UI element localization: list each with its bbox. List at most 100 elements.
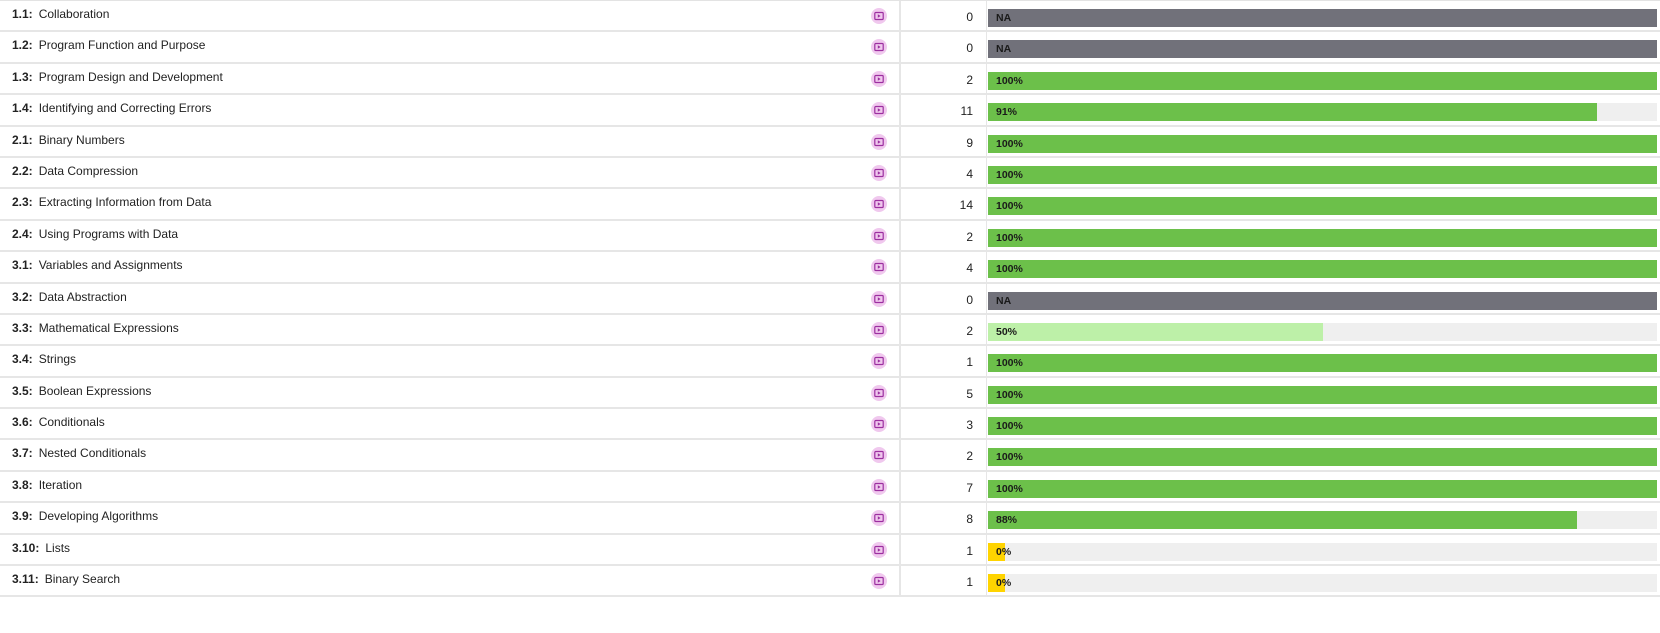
table-row: 3.9: Developing Algorithms 8 88% [0,503,1660,535]
score-progress-bar: 100% [988,165,1657,184]
topic-title: Nested Conditionals [38,446,147,461]
table-row: 1.4: Identifying and Correcting Errors 11 9… [0,95,1660,127]
score-progress-bar: 100% [988,385,1657,404]
question-count: 3 [966,418,973,433]
score-percent: 100% [996,357,1023,370]
table-row: 1.3: Program Design and Development 2 100% [0,64,1660,96]
topic-title: Identifying and Correcting Errors [38,101,212,116]
topic-code: 1.1: [12,7,33,21]
topic-title: Boolean Expressions [38,383,152,398]
score-progress-fill [988,228,1657,247]
video-play-icon[interactable] [871,384,887,401]
table-row: 2.4: Using Programs with Data 2 100% [0,221,1660,253]
question-count: 8 [966,512,973,527]
topic-title: Data Compression [38,163,139,178]
topic-label: 3.11: Binary Search [12,572,120,586]
topic-code: 1.3: [12,69,33,84]
topic-title: Iteration [38,477,83,492]
score-progress-bar: 100% [988,354,1657,373]
table-row: 2.1: Binary Numbers 9 100% [0,127,1660,158]
score-progress-fill [988,385,1657,404]
video-play-icon[interactable] [871,8,887,24]
video-play-icon[interactable] [871,227,887,244]
table-row: 3.2: Data Abstraction 0 NA [0,284,1660,315]
video-play-icon[interactable] [871,133,887,150]
topic-title: Program Function and Purpose [38,38,206,53]
table-row: 1.1: Collaboration 0 NA [0,1,1660,33]
video-play-icon[interactable] [871,290,887,307]
topic-label: 3.4: Strings [12,352,76,366]
video-play-icon[interactable] [871,196,887,213]
topic-label: 3.3: Mathematical Expressions [12,321,179,335]
score-progress-fill [988,71,1657,90]
question-count: 7 [966,480,973,495]
question-count: 4 [966,166,973,181]
question-count: 2 [966,72,973,87]
video-play-icon[interactable] [871,478,887,495]
score-progress-bar: 88% [988,511,1657,530]
topic-code: 3.10: [12,540,40,555]
topic-code: 2.2: [12,163,33,178]
video-play-icon[interactable] [871,541,887,558]
score-progress-fill [988,322,1323,341]
video-play-icon[interactable] [871,416,887,433]
table-row: 3.7: Nested Conditionals 2 100% [0,440,1660,472]
table-row: 1.2: Program Function and Purpose 0 NA [0,32,1660,64]
table-row: 3.10: Lists 1 0% [0,535,1660,567]
score-progress-bar: 100% [988,197,1657,216]
score-progress-fill [988,134,1657,153]
table-row: 3.3: Mathematical Expressions 2 50% [0,315,1660,347]
score-progress-fill [988,9,1657,27]
topic-label: 1.4: Identifying and Correcting Errors [12,101,211,115]
video-play-icon[interactable] [871,353,887,370]
question-count: 2 [966,449,973,464]
score-progress-fill [988,40,1657,59]
table-row: 3.8: Iteration 7 100% [0,472,1660,504]
score-progress-fill [988,448,1657,467]
topic-code: 3.3: [12,320,33,335]
score-progress-fill [988,417,1657,436]
topic-label: 3.1: Variables and Assignments [12,258,183,272]
question-count: 0 [966,41,973,56]
table-row: 2.3: Extracting Information from Data 14 10… [0,189,1660,221]
video-play-icon[interactable] [871,70,887,87]
topic-code: 2.1: [12,132,33,147]
video-play-icon[interactable] [871,321,887,338]
question-count: 4 [966,261,973,276]
video-play-icon[interactable] [871,259,887,276]
table-row: 2.2: Data Compression 4 100% [0,158,1660,190]
question-count: 2 [966,323,973,338]
score-percent: 100% [996,168,1023,181]
topic-code: 1.2: [12,38,33,53]
video-play-icon[interactable] [871,39,887,56]
video-play-icon[interactable] [871,164,887,181]
question-count: 1 [966,543,973,558]
score-progress-bar: NA [988,9,1657,27]
topic-title: Data Abstraction [38,289,127,304]
topic-label: 1.3: Program Design and Development [12,70,223,84]
topic-code: 3.9: [12,509,33,524]
score-percent: 91% [996,106,1018,119]
score-percent: 100% [996,482,1023,495]
topic-code: 3.4: [12,352,33,367]
score-percent: 100% [996,420,1023,433]
topic-code: 3.11: [12,572,39,587]
score-progress-fill [988,511,1577,530]
topic-label: 1.2: Program Function and Purpose [12,38,205,52]
topic-label: 2.4: Using Programs with Data [12,227,178,241]
video-play-icon[interactable] [871,510,887,527]
topic-title: Variables and Assignments [38,258,183,273]
video-play-icon[interactable] [871,573,887,590]
topic-title: Binary Search [44,572,121,587]
question-count: 0 [966,292,973,307]
video-play-icon[interactable] [871,102,887,119]
topic-label: 3.2: Data Abstraction [12,290,127,304]
topic-title: Developing Algorithms [38,509,159,524]
score-progress-bar: 100% [988,448,1657,467]
topic-code: 2.4: [12,226,33,241]
score-progress-bar: 100% [988,260,1657,279]
table-row: 3.1: Variables and Assignments 4 100% [0,252,1660,284]
score-percent: 100% [996,200,1023,213]
question-count: 2 [966,229,973,244]
video-play-icon[interactable] [871,447,887,464]
